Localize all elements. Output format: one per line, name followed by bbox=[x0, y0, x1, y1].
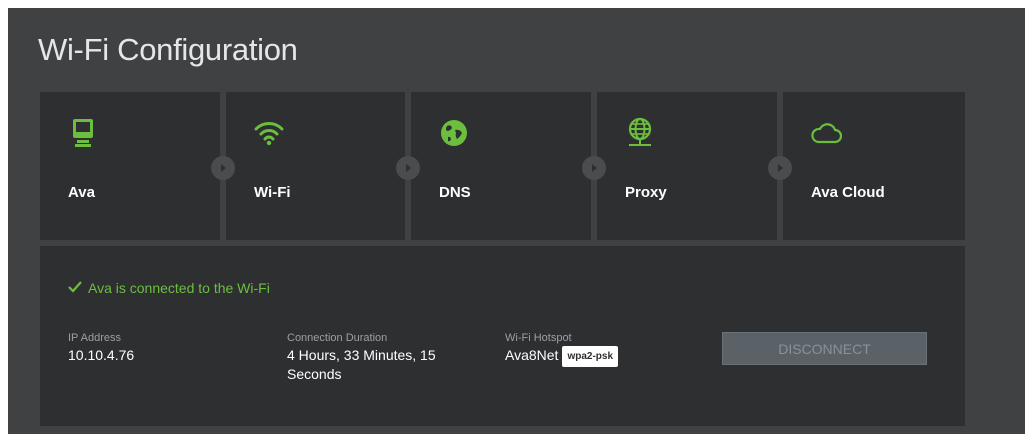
wifi-icon bbox=[252, 116, 286, 150]
step-arrow-icon bbox=[396, 156, 420, 180]
step-ava[interactable]: Ava bbox=[40, 92, 220, 240]
step-label: Wi-Fi bbox=[254, 184, 291, 201]
wifi-hotspot-value: Ava8Net bbox=[505, 347, 559, 363]
step-proxy[interactable]: Proxy bbox=[597, 92, 777, 240]
connection-status-card: Ava is connected to the Wi-Fi IP Address… bbox=[40, 246, 965, 426]
security-badge: wpa2-psk bbox=[562, 346, 619, 367]
ip-address-value: 10.10.4.76 bbox=[68, 347, 135, 363]
step-wifi[interactable]: Wi-Fi bbox=[226, 92, 405, 240]
step-arrow-icon bbox=[211, 156, 235, 180]
step-ava-cloud[interactable]: Ava Cloud bbox=[783, 92, 965, 240]
ip-address-field: IP Address 10.10.4.76 bbox=[68, 332, 248, 365]
disconnect-button[interactable]: DISCONNECT bbox=[722, 332, 927, 365]
step-label: Ava Cloud bbox=[811, 184, 885, 201]
wifi-hotspot-field: Wi-Fi Hotspot Ava8Net wpa2-psk bbox=[505, 332, 705, 367]
step-label: Ava bbox=[68, 184, 95, 201]
step-label: DNS bbox=[439, 184, 471, 201]
ip-address-label: IP Address bbox=[68, 332, 121, 344]
connection-duration-label: Connection Duration bbox=[287, 332, 388, 344]
step-arrow-icon bbox=[768, 156, 792, 180]
status-text: Ava is connected to the Wi-Fi bbox=[88, 280, 270, 296]
step-label: Proxy bbox=[625, 184, 667, 201]
connection-status-message: Ava is connected to the Wi-Fi bbox=[68, 280, 270, 296]
connection-duration-field: Connection Duration 4 Hours, 33 Minutes,… bbox=[287, 332, 472, 384]
device-icon bbox=[66, 116, 100, 150]
page-title: Wi-Fi Configuration bbox=[38, 32, 298, 67]
checkmark-icon bbox=[68, 280, 82, 296]
step-dns[interactable]: DNS bbox=[411, 92, 591, 240]
cloud-icon bbox=[809, 116, 843, 150]
wifi-hotspot-label: Wi-Fi Hotspot bbox=[505, 332, 572, 344]
globe-icon bbox=[437, 116, 471, 150]
wifi-config-panel: Wi-Fi Configuration Ava Wi-Fi DNS Proxy … bbox=[8, 8, 1025, 434]
wifi-hotspot-row: Ava8Net wpa2-psk bbox=[505, 346, 705, 367]
network-globe-icon bbox=[623, 116, 657, 150]
step-arrow-icon bbox=[582, 156, 606, 180]
connection-duration-value: 4 Hours, 33 Minutes, 15 Seconds bbox=[287, 347, 436, 382]
setup-steps: Ava Wi-Fi DNS Proxy Ava Cloud bbox=[40, 92, 965, 240]
